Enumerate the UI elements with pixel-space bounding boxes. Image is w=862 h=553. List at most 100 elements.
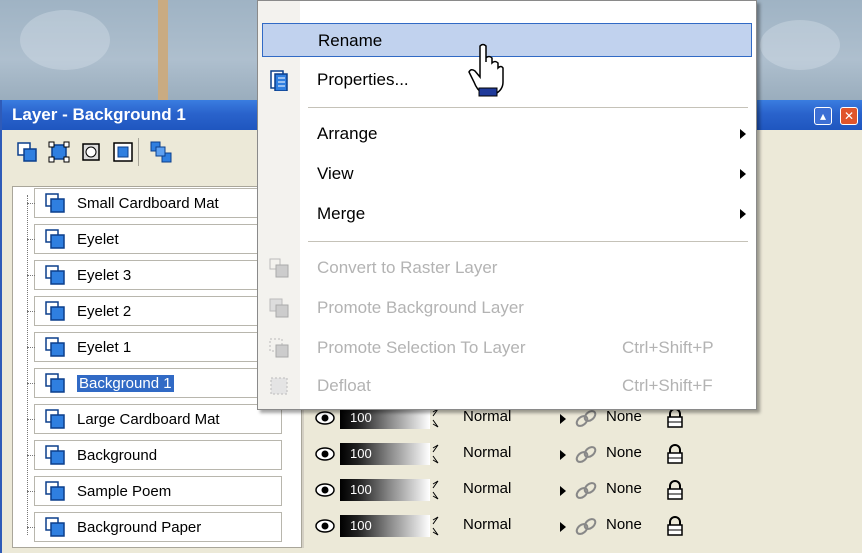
opacity-value: 100 — [350, 410, 372, 425]
blend-dropdown-arrow-icon[interactable] — [560, 414, 566, 424]
opacity-value: 100 — [350, 518, 372, 533]
layer-row[interactable]: Background Paper — [27, 512, 282, 542]
layer-name: Eyelet 2 — [77, 302, 132, 320]
cardboard-strip — [158, 0, 168, 100]
opacity-spinner-icon[interactable] — [430, 442, 442, 466]
new-vector-layer-icon[interactable] — [48, 141, 70, 163]
lock-icon[interactable] — [666, 408, 684, 428]
link-set-value: None — [606, 480, 642, 497]
menu-item-label: Rename — [318, 31, 383, 50]
opacity-spinner-icon[interactable] — [430, 514, 442, 538]
raster-layer-icon — [45, 301, 65, 321]
layer-row[interactable]: Eyelet 1 — [27, 332, 282, 362]
convert-raster-icon — [269, 258, 289, 278]
menu-item-promote-selection[interactable]: Promote Selection To Layer Ctrl+Shift+P — [262, 331, 752, 365]
menu-item-merge[interactable]: Merge — [262, 197, 752, 231]
tree-branch — [27, 203, 35, 204]
blend-mode-select[interactable]: Normal — [463, 480, 511, 497]
lock-icon[interactable] — [666, 516, 684, 536]
menu-item-label: Merge — [317, 204, 366, 223]
layer-group-icon[interactable] — [150, 141, 172, 163]
layer-row[interactable]: Eyelet — [27, 224, 282, 254]
opacity-slider[interactable]: 100 — [340, 515, 430, 537]
layer-row[interactable]: Background — [27, 440, 282, 470]
blend-mode-select[interactable]: Normal — [463, 408, 511, 425]
menu-item-label: Convert to Raster Layer — [317, 258, 498, 277]
menu-item-rename[interactable]: Rename — [262, 23, 752, 57]
close-icon: ✕ — [843, 109, 855, 123]
opacity-value: 100 — [350, 446, 372, 461]
blend-mode-select[interactable]: Normal — [463, 516, 511, 533]
minimize-button[interactable]: ▴ — [814, 107, 832, 125]
new-mask-layer-icon[interactable] — [80, 141, 102, 163]
menu-item-shortcut: Ctrl+Shift+P — [622, 338, 714, 357]
layer-name: Background Paper — [77, 518, 202, 536]
layer-row[interactable]: Eyelet 3 — [27, 260, 282, 290]
layer-row[interactable]: Background 1 — [27, 368, 282, 398]
menu-item-promote-background[interactable]: Promote Background Layer — [262, 291, 752, 325]
link-chain-icon[interactable] — [572, 408, 600, 430]
submenu-arrow-icon — [740, 209, 746, 219]
link-set-value: None — [606, 444, 642, 461]
visibility-eye-icon[interactable] — [314, 410, 336, 426]
layer-name: Background 1 — [77, 374, 174, 392]
layer-context-menu: Rename Properties... Arrange View Merge … — [257, 0, 757, 410]
layer-name: Eyelet — [77, 230, 119, 248]
raster-layer-icon — [45, 229, 65, 249]
raster-layer-icon — [45, 193, 65, 213]
canvas-texture — [760, 20, 840, 70]
lock-icon[interactable] — [666, 480, 684, 500]
menu-item-convert-to-raster[interactable]: Convert to Raster Layer — [262, 251, 752, 285]
menu-item-shortcut: Ctrl+Shift+F — [622, 376, 713, 395]
blend-dropdown-arrow-icon[interactable] — [560, 522, 566, 532]
tree-branch — [27, 347, 35, 348]
raster-layer-icon — [45, 409, 65, 429]
layer-row[interactable]: Small Cardboard Mat — [27, 188, 282, 218]
menu-item-label: Arrange — [317, 124, 378, 143]
properties-icon — [270, 70, 288, 91]
menu-item-defloat[interactable]: Defloat Ctrl+Shift+F — [262, 369, 752, 403]
link-chain-icon[interactable] — [572, 480, 600, 502]
menu-separator — [308, 241, 748, 242]
menu-item-label: Promote Background Layer — [317, 298, 524, 317]
layer-name: Background — [77, 446, 158, 464]
opacity-slider[interactable]: 100 — [340, 479, 430, 501]
layer-row[interactable]: Eyelet 2 — [27, 296, 282, 326]
menu-item-properties[interactable]: Properties... — [262, 63, 752, 97]
menu-item-arrange[interactable]: Arrange — [262, 117, 752, 151]
visibility-eye-icon[interactable] — [314, 446, 336, 462]
tree-branch — [27, 455, 35, 456]
lock-icon[interactable] — [666, 444, 684, 464]
blend-dropdown-arrow-icon[interactable] — [560, 450, 566, 460]
new-adjustment-layer-icon[interactable] — [112, 141, 134, 163]
promote-selection-icon — [269, 338, 289, 358]
opacity-slider[interactable]: 100 — [340, 443, 430, 465]
hand-cursor-icon — [468, 43, 504, 97]
new-raster-layer-icon[interactable] — [16, 141, 38, 163]
raster-layer-icon — [45, 481, 65, 501]
layer-row[interactable]: Sample Poem — [27, 476, 282, 506]
tree-branch — [27, 419, 35, 420]
minimize-icon: ▴ — [819, 109, 827, 123]
menu-item-view[interactable]: View — [262, 157, 752, 191]
link-chain-icon[interactable] — [572, 516, 600, 538]
link-set-value: None — [606, 516, 642, 533]
opacity-spinner-icon[interactable] — [430, 478, 442, 502]
blend-dropdown-arrow-icon[interactable] — [560, 486, 566, 496]
menu-item-label: View — [317, 164, 354, 183]
layer-properties-row: 100 Normal None — [308, 512, 728, 542]
visibility-eye-icon[interactable] — [314, 518, 336, 534]
palette-title: Layer - Background 1 — [12, 105, 186, 124]
promote-background-icon — [269, 298, 289, 318]
menu-item-label: Defloat — [317, 376, 371, 395]
link-chain-icon[interactable] — [572, 444, 600, 466]
layer-properties-row: 100 Normal None — [308, 476, 728, 506]
tree-connector — [27, 195, 28, 535]
visibility-eye-icon[interactable] — [314, 482, 336, 498]
close-button[interactable]: ✕ — [840, 107, 858, 125]
layer-row[interactable]: Large Cardboard Mat — [27, 404, 282, 434]
layer-name: Eyelet 3 — [77, 266, 132, 284]
opacity-slider[interactable]: 100 — [340, 407, 430, 429]
submenu-arrow-icon — [740, 169, 746, 179]
blend-mode-select[interactable]: Normal — [463, 444, 511, 461]
